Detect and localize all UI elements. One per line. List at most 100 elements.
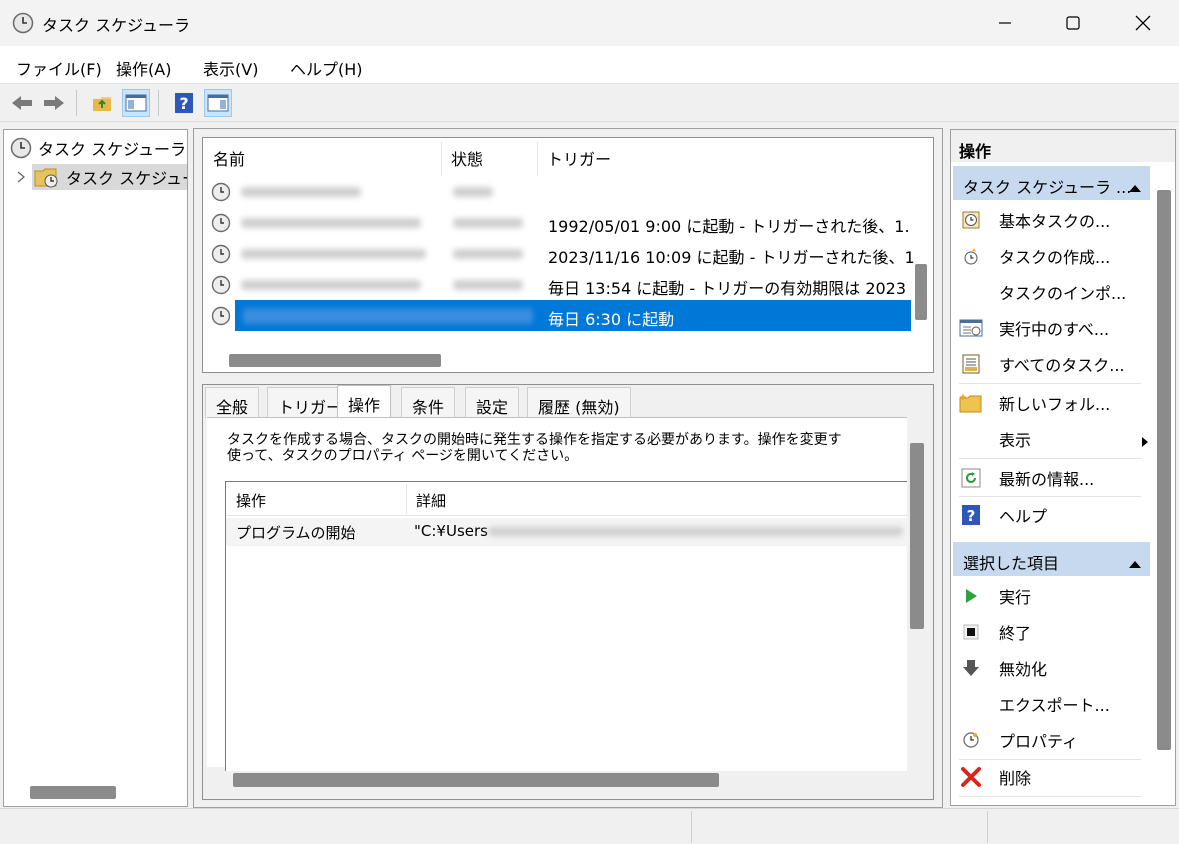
tree-item-library[interactable]: タスク スケジュー [4, 164, 187, 190]
column-header-status[interactable]: 状態 [451, 146, 483, 170]
up-folder-button[interactable] [88, 89, 116, 117]
close-button[interactable] [1108, 0, 1178, 46]
clock-icon [10, 137, 32, 159]
column-divider [441, 142, 442, 176]
column-header-name[interactable]: 名前 [213, 146, 245, 170]
properties-icon [959, 728, 983, 752]
task-row[interactable]: 2023/11/16 10:09 に起動 - トリガーされた後、1 [203, 238, 915, 269]
basic-task-icon [959, 208, 983, 232]
actions-pane: 操作 タスク スケジューラ ... 基本タスクの... タスクの作成... タス… [950, 129, 1176, 806]
tree-item-library-selected: タスク スケジュー [32, 164, 188, 190]
actions-description-line2: 使って、タスクのプロパティ ページを開いてください。 [227, 448, 579, 464]
action-export[interactable]: エクスポート... [951, 686, 1141, 722]
actions-pane-header: 操作 [951, 130, 1175, 162]
task-list-horizontal-scrollbar[interactable] [229, 354, 441, 367]
task-status-redacted [453, 218, 523, 228]
action-help-label: ヘルプ [999, 507, 1048, 526]
task-trigger: 毎日 13:54 に起動 - トリガーの有効期限は 2023 [548, 279, 907, 298]
status-bar [0, 808, 1179, 844]
toolbar-separator [158, 90, 159, 116]
show-hide-console-tree-button[interactable] [122, 89, 150, 117]
actions-vertical-scrollbar[interactable] [1157, 190, 1171, 750]
task-row[interactable]: 1992/05/01 9:00 に起動 - トリガーされた後、1. [203, 207, 910, 238]
actions-tab-content: タスクを作成する場合、タスクの開始時に発生する操作を指定する必要があります。操作… [207, 417, 908, 771]
help-button[interactable]: ? [170, 89, 198, 117]
action-delete-label: 削除 [999, 769, 1032, 788]
toolbar: ? [0, 84, 1179, 122]
column-divider [537, 142, 538, 176]
action-basic-task[interactable]: 基本タスクの... [951, 202, 1141, 238]
action-new-folder[interactable]: 新しいフォル... [951, 385, 1141, 421]
tab-history[interactable]: 履歴 (無効) [527, 387, 631, 418]
grid-cell-action: プログラムの開始 [236, 524, 356, 542]
menu-file[interactable]: ファイル(F) [16, 56, 102, 80]
action-disable-label: 無効化 [999, 660, 1048, 679]
maximize-button[interactable] [1038, 0, 1108, 46]
action-refresh[interactable]: 最新の情報... [951, 460, 1141, 496]
tab-general[interactable]: 全般 [205, 387, 260, 418]
back-button[interactable] [8, 89, 36, 117]
tab-actions[interactable]: 操作 [337, 385, 392, 419]
action-all-tasks-history[interactable]: すべてのタスク... [951, 346, 1141, 382]
show-hide-action-pane-icon [207, 94, 229, 112]
task-status-redacted [453, 249, 523, 259]
action-view[interactable]: 表示 [951, 421, 1161, 457]
action-run-label: 実行 [999, 588, 1032, 607]
chevron-right-icon[interactable] [16, 171, 26, 183]
status-divider [691, 811, 692, 843]
actions-separator [959, 383, 1141, 384]
grid-cell-detail: "C:¥Users [414, 522, 488, 540]
collapse-up-icon[interactable] [1128, 178, 1142, 197]
submenu-arrow-icon [1141, 433, 1149, 452]
tab-conditions[interactable]: 条件 [401, 387, 456, 418]
svg-text:?: ? [179, 94, 188, 113]
tab-settings[interactable]: 設定 [465, 387, 520, 418]
actions-grid-row[interactable]: プログラムの開始 "C:¥Users [226, 518, 908, 546]
actions-group-selected-label: 選択した項目 [963, 554, 1060, 573]
menu-help[interactable]: ヘルプ(H) [290, 56, 363, 80]
action-run[interactable]: 実行 [951, 578, 1141, 614]
grid-column-detail[interactable]: 詳細 [416, 490, 446, 511]
minimize-button[interactable] [970, 0, 1040, 46]
collapse-up-icon[interactable] [1128, 554, 1142, 573]
task-clock-icon [211, 182, 231, 202]
task-clock-icon [211, 275, 231, 295]
forward-button[interactable] [40, 89, 68, 117]
tree-horizontal-scrollbar[interactable] [30, 786, 116, 799]
actions-grid: 操作 詳細 プログラムの開始 "C:¥Users [225, 481, 908, 771]
new-folder-icon [959, 391, 983, 415]
detail-horizontal-scrollbar[interactable] [233, 773, 719, 787]
disable-icon [959, 656, 983, 680]
task-row-selected[interactable]: 毎日 6:30 に起動 [203, 300, 911, 331]
action-help[interactable]: ? ヘルプ [951, 497, 1141, 533]
show-hide-action-pane-button[interactable] [204, 89, 232, 117]
task-trigger: 2023/11/16 10:09 に起動 - トリガーされた後、1 [548, 248, 915, 267]
actions-group-scheduler-label: タスク スケジューラ ... [963, 178, 1132, 197]
action-create-task-label: タスクの作成... [999, 248, 1111, 267]
task-name-redacted [241, 218, 421, 228]
action-new-folder-label: 新しいフォル... [999, 395, 1111, 414]
actions-grid-header: 操作 詳細 [226, 482, 908, 516]
task-row[interactable]: 毎日 13:54 に起動 - トリガーの有効期限は 2023 [203, 269, 909, 300]
task-list-vertical-scrollbar[interactable] [915, 264, 927, 320]
grid-column-action[interactable]: 操作 [236, 490, 266, 511]
menu-view[interactable]: 表示(V) [203, 56, 258, 80]
action-create-task[interactable]: タスクの作成... [951, 238, 1141, 274]
action-import-task[interactable]: タスクのインポ... [951, 274, 1141, 310]
task-row[interactable] [203, 176, 909, 207]
task-clock-icon [211, 306, 231, 326]
action-delete[interactable]: 削除 [951, 759, 1141, 795]
tree-item-root-label: タスク スケジューラ ( [38, 140, 188, 159]
column-header-trigger[interactable]: トリガー [547, 146, 611, 170]
actions-group-scheduler[interactable]: タスク スケジューラ ... [953, 166, 1150, 200]
action-end[interactable]: 終了 [951, 614, 1141, 650]
tree-item-library-label: タスク スケジュー [66, 169, 188, 188]
detail-vertical-scrollbar[interactable] [910, 443, 924, 629]
tree-item-root[interactable]: タスク スケジューラ ( [4, 135, 188, 161]
action-running-tasks[interactable]: 実行中のすべ... [951, 310, 1141, 346]
menu-action[interactable]: 操作(A) [116, 56, 171, 80]
action-properties[interactable]: プロパティ [951, 722, 1141, 758]
action-disable[interactable]: 無効化 [951, 650, 1141, 686]
actions-group-selected-item[interactable]: 選択した項目 [953, 542, 1150, 576]
actions-description-line1: タスクを作成する場合、タスクの開始時に発生する操作を指定する必要があります。操作… [227, 432, 842, 448]
